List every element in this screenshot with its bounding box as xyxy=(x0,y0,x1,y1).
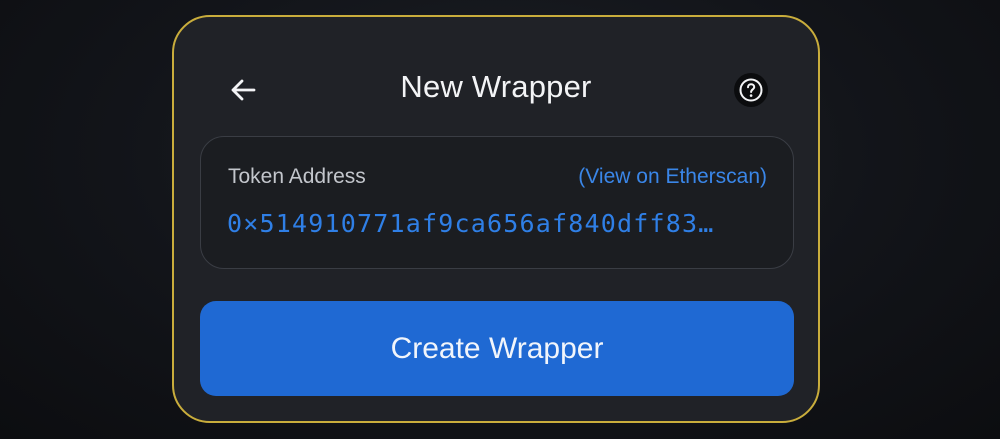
page-title: New Wrapper xyxy=(400,69,592,104)
question-circle-icon xyxy=(739,78,763,102)
help-button[interactable] xyxy=(734,73,768,107)
token-address-value[interactable]: 0×514910771af9ca656af840dff83… xyxy=(227,209,767,238)
view-on-etherscan-link[interactable]: (View on Etherscan) xyxy=(578,165,767,189)
wrapper-card: New Wrapper Token Address (View on Ether… xyxy=(172,15,820,423)
create-wrapper-button[interactable]: Create Wrapper xyxy=(200,301,794,396)
token-address-label: Token Address xyxy=(228,165,366,188)
token-address-field: Token Address (View on Etherscan) 0×5149… xyxy=(200,136,794,269)
